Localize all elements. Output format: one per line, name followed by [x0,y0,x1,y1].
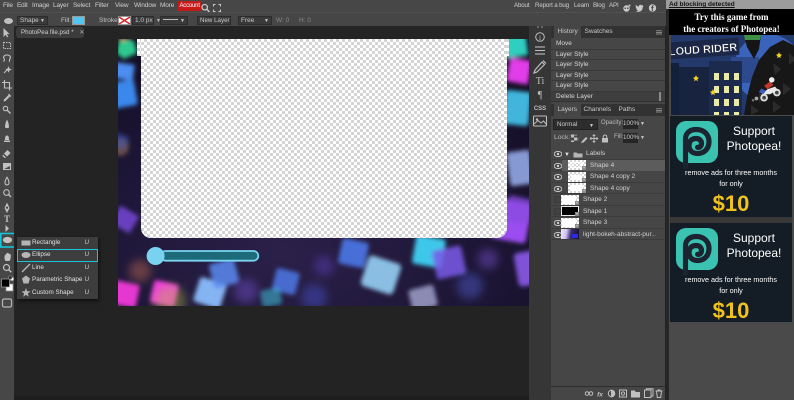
svg-text:i: i [539,34,541,42]
svg-text:fx: fx [597,392,603,399]
svg-text:CSS: CSS [534,106,546,112]
svg-text:Ti: Ti [536,76,545,87]
svg-text:¶: ¶ [538,90,543,101]
svg-text:T: T [4,214,10,224]
